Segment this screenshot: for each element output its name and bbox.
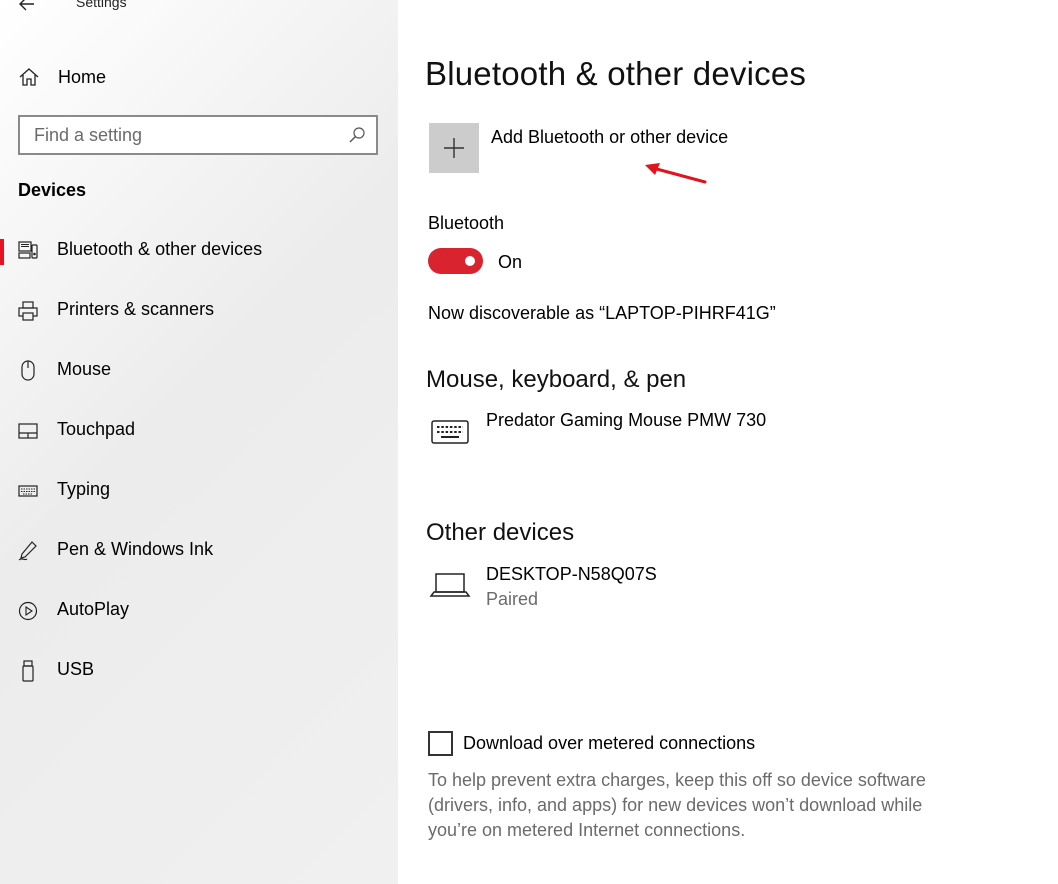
bluetooth-devices-icon: [18, 240, 38, 262]
sidebar-item-label: Typing: [57, 479, 111, 499]
group-title-other-devices: Other devices: [426, 519, 575, 546]
sidebar-item-label: USB: [57, 659, 95, 679]
add-device-button[interactable]: Add Bluetooth or other device: [429, 123, 728, 173]
metered-help-text: To help prevent extra charges, keep this…: [428, 770, 926, 840]
sidebar-item-label: Touchpad: [57, 419, 136, 439]
sidebar-item-touchpad[interactable]: Touchpad: [0, 411, 398, 471]
window-title: Settings: [76, 0, 127, 10]
device-name: DESKTOP-N58Q07S: [486, 564, 657, 584]
plus-tile[interactable]: [429, 123, 479, 173]
pen-icon: [18, 540, 38, 562]
device-desktop-n58q07s[interactable]: DESKTOP-N58Q07S Paired: [428, 564, 828, 614]
toggle-knob: [465, 256, 475, 266]
home-icon: [18, 66, 40, 88]
device-status: Paired: [486, 589, 539, 609]
metered-row[interactable]: Download over metered connections: [428, 731, 755, 756]
metered-label[interactable]: Download over metered connections: [463, 733, 755, 754]
search-icon[interactable]: [348, 126, 366, 144]
search-input[interactable]: [20, 117, 320, 153]
keyboard-icon: [428, 414, 472, 450]
sidebar-item-pen[interactable]: Pen & Windows Ink: [0, 531, 398, 591]
plus-icon: [444, 138, 464, 158]
sidebar-nav: Bluetooth & other devices Printers & sca…: [0, 231, 398, 711]
sidebar-item-label: AutoPlay: [57, 599, 130, 619]
sidebar-item-autoplay[interactable]: AutoPlay: [0, 591, 398, 651]
discoverable-text: Now discoverable as “LAPTOP-PIHRF41G”: [428, 303, 776, 323]
back-arrow-icon[interactable]: [17, 0, 37, 14]
metered-checkbox[interactable]: [428, 731, 453, 756]
keyboard-icon: [18, 480, 38, 502]
touchpad-icon: [18, 420, 38, 442]
sidebar-item-usb[interactable]: USB: [0, 651, 398, 711]
autoplay-icon: [18, 600, 38, 622]
bluetooth-state: On: [498, 252, 523, 272]
sidebar-item-label: Bluetooth & other devices: [57, 239, 263, 259]
main-content: Bluetooth & other devices Add Bluetooth …: [398, 0, 1058, 884]
page-title: Bluetooth & other devices: [425, 55, 807, 92]
sidebar-item-label: Mouse: [57, 359, 112, 379]
title-bar: Settings: [0, 0, 398, 18]
add-device-label[interactable]: Add Bluetooth or other device: [491, 127, 728, 148]
group-title-mouse-keyboard-pen: Mouse, keyboard, & pen: [426, 366, 687, 393]
bluetooth-toggle[interactable]: [428, 248, 483, 274]
sidebar-item-typing[interactable]: Typing: [0, 471, 398, 531]
search-box[interactable]: [18, 115, 378, 155]
sidebar-item-label: Pen & Windows Ink: [57, 539, 214, 559]
devices-section-title: Devices: [18, 180, 87, 200]
home-link[interactable]: Home: [18, 64, 318, 90]
sidebar-item-printers[interactable]: Printers & scanners: [0, 291, 398, 351]
home-label: Home: [58, 66, 107, 87]
annotation-arrow-icon: [645, 163, 707, 184]
device-predator-mouse[interactable]: Predator Gaming Mouse PMW 730: [428, 410, 828, 460]
printer-icon: [18, 300, 38, 322]
usb-icon: [18, 660, 38, 682]
mouse-icon: [18, 360, 38, 382]
bluetooth-label: Bluetooth: [428, 213, 505, 233]
sidebar-item-bluetooth[interactable]: Bluetooth & other devices: [0, 231, 398, 291]
sidebar-item-label: Printers & scanners: [57, 299, 215, 319]
laptop-icon: [428, 568, 472, 604]
sidebar: Settings Home Devices Bluetooth & other …: [0, 0, 398, 884]
sidebar-item-mouse[interactable]: Mouse: [0, 351, 398, 411]
device-name: Predator Gaming Mouse PMW 730: [486, 410, 767, 430]
